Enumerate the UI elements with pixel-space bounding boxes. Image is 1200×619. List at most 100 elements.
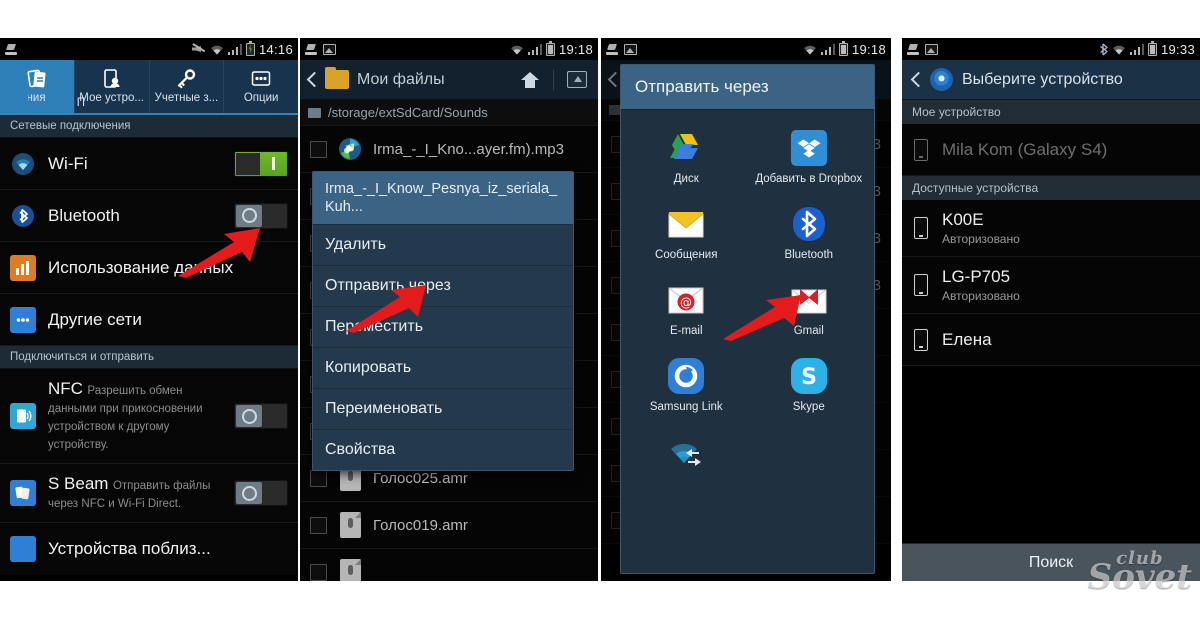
brush-icon [305,43,318,55]
share-app-bluetooth[interactable]: Bluetooth [748,198,871,272]
setting-label: Wi-Fi [48,154,226,174]
share-app-drive[interactable]: Диск [625,122,748,196]
samsung-link-icon [667,357,705,395]
context-menu-item-delete[interactable]: Удалить [313,225,573,266]
setting-row-data-usage[interactable]: Использование данных [0,242,298,294]
voice-file-icon [337,558,363,581]
device-info: Елена [942,330,992,350]
nfc-toggle[interactable] [234,403,288,429]
tab-connections[interactable]: чения [0,60,75,113]
screenshot-stage: 14:16 чения П [0,0,1200,619]
device-status: Авторизовано [942,232,1020,246]
device-info: K00E Авторизовано [942,210,1020,246]
share-app-email[interactable]: @ E-mail [625,274,748,348]
share-app-dropbox[interactable]: Добавить в Dropbox [748,122,871,196]
phone-icon [914,138,928,161]
share-app-label: Bluetooth [784,249,834,261]
mute-icon [192,43,206,55]
setting-row-wifi[interactable]: Wi-Fi [0,138,298,190]
context-menu-item-copy[interactable]: Копировать [313,348,573,389]
file-checkbox[interactable] [310,563,327,581]
share-app-samsung-link[interactable]: Samsung Link [625,350,748,424]
wifi-toggle[interactable] [234,150,288,177]
more-options-icon [250,67,272,91]
file-checkbox[interactable] [310,516,327,534]
breadcrumb[interactable]: /storage/extSdCard/Sounds [300,100,598,126]
setting-row-s-beam[interactable]: S Beam Отправить файлы через NFC и Wi-Fi… [0,464,298,523]
file-row[interactable]: Голос019.amr [300,502,598,549]
file-manager-title: Мои файлы [357,70,445,88]
share-app-messages[interactable]: Сообщения [625,198,748,272]
dropbox-icon [790,129,828,167]
up-folder-button[interactable] [562,66,592,94]
share-app-label: Добавить в Dropbox [755,173,863,185]
back-chevron-icon[interactable] [607,71,618,89]
share-app-label: Gmail [793,325,824,337]
file-row[interactable] [300,549,598,581]
setting-row-other-networks[interactable]: Другие сети [0,294,298,346]
share-app-skype[interactable]: S Skype [748,350,871,424]
panel-file-manager: 19:18 Мои файлы /storage/extSdCard/Sound… [300,38,598,581]
nearby-devices-icon [10,536,36,562]
settings-tabbar: чения П Мое устро... [0,60,298,115]
connections-icon [26,67,48,91]
device-info: Mila Kom (Galaxy S4) [942,140,1107,160]
device-row-elena[interactable]: Елена [902,314,1200,366]
share-app-wifi-direct[interactable] [625,426,748,487]
context-menu-item-share-via[interactable]: Отправить через [313,266,573,307]
signal-icon [527,43,542,55]
wifi-icon [510,44,524,55]
status-time: 19:18 [851,41,886,57]
search-button[interactable]: Поиск [902,543,1200,581]
wifi-icon [803,44,817,55]
share-app-gmail[interactable]: Gmail [748,274,871,348]
setting-row-nfc[interactable]: NFC Разрешить обмен данными при прикосно… [0,369,298,464]
section-header-connect-send: Подключиться и отправить [0,346,298,369]
context-menu-item-move[interactable]: Переместить [313,307,573,348]
s-beam-toggle[interactable] [234,480,288,506]
share-app-label: Samsung Link [649,401,723,413]
other-networks-title: Другие сети [48,309,142,329]
battery-full-icon [838,40,848,56]
tab-options[interactable]: Опции [224,60,298,113]
status-bar-filemanager: 19:18 [300,38,598,60]
phone-icon [914,217,928,239]
tab-connections-label: чения [28,92,46,104]
tab-options-label: Опции [243,92,279,104]
device-name: Елена [942,329,992,349]
tab-my-device[interactable]: П Мое устро... [75,60,150,113]
accounts-key-icon [175,67,197,91]
file-row[interactable]: Irma_-_I_Kno...ayer.fm).mp3 [300,126,598,173]
setting-row-nearby-devices[interactable]: Устройства поблиз... [0,523,298,575]
gmail-icon [790,281,828,319]
storage-icon [308,107,321,118]
bluetooth-toggle[interactable] [234,202,288,229]
phone-icon [914,328,928,351]
share-app-label: E-mail [669,325,703,337]
signal-icon [820,43,835,55]
nearby-devices-title: Устройства поблиз... [48,539,211,558]
file-name: Irma_-_I_Kno...ayer.fm).mp3 [373,140,564,158]
music-file-icon [337,135,363,163]
section-header-available-devices: Доступные устройства [902,176,1200,200]
bluetooth-icon [790,205,828,243]
home-icon [521,71,539,88]
setting-row-bluetooth[interactable]: Bluetooth [0,190,298,242]
file-name: Голос019.amr [373,516,468,534]
setting-label: NFC Разрешить обмен данными при прикосно… [48,379,226,453]
file-checkbox[interactable] [310,469,327,487]
tab-accounts[interactable]: Учетные з... [150,60,225,113]
data-usage-title: Использование данных [48,257,234,277]
setting-label: Устройства поблиз... [48,539,288,559]
home-button[interactable] [515,66,545,94]
back-chevron-icon[interactable] [910,71,921,89]
back-chevron-icon[interactable] [306,71,317,89]
device-row-lg-p705[interactable]: LG-P705 Авторизовано [902,257,1200,314]
wifi-icon [1112,44,1126,55]
tab-peek-label: П [76,97,86,109]
context-menu-item-rename[interactable]: Переименовать [313,389,573,430]
svg-text:S: S [801,365,817,390]
device-row-k00e[interactable]: K00E Авторизовано [902,200,1200,257]
file-checkbox[interactable] [310,140,327,158]
context-menu-item-properties[interactable]: Свойства [313,430,573,470]
